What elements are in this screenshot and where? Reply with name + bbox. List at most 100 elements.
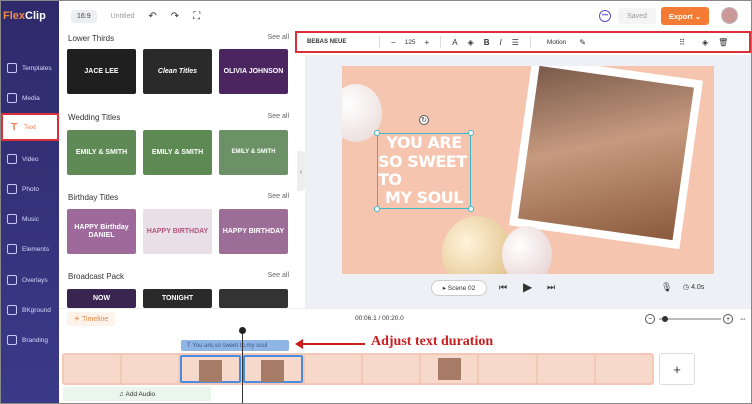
motion-button[interactable]: Motion bbox=[547, 39, 567, 46]
text-color-icon[interactable]: A bbox=[452, 38, 457, 47]
sidebar-item-bkground[interactable]: BKground bbox=[1, 298, 59, 322]
photo-frame[interactable] bbox=[509, 66, 703, 250]
timeline-icon: ☀ bbox=[73, 316, 83, 323]
zoom-in-icon[interactable]: + bbox=[723, 314, 733, 324]
zoom-track[interactable] bbox=[659, 318, 721, 320]
see-all-link[interactable]: See all bbox=[268, 113, 289, 120]
fit-icon[interactable]: ⇔ bbox=[739, 314, 747, 323]
template-thumb[interactable]: EMILY & SMITH bbox=[67, 130, 136, 175]
rotate-icon[interactable]: ↻ bbox=[419, 115, 429, 125]
music-note-icon: ♫ bbox=[118, 390, 126, 398]
section-title-wedding: Wedding Titles bbox=[68, 113, 121, 122]
saved-button[interactable]: Saved bbox=[618, 8, 656, 24]
scene-clip[interactable] bbox=[64, 355, 121, 383]
template-thumb[interactable]: HAPPY Birthday DANIEL bbox=[67, 209, 136, 254]
avatar[interactable] bbox=[721, 7, 738, 24]
play-icon[interactable]: ▶ bbox=[523, 280, 532, 294]
playhead-handle[interactable] bbox=[239, 327, 246, 334]
sidebar-item-templates[interactable]: Templates bbox=[1, 56, 59, 80]
font-select[interactable]: BEBAS NEUE bbox=[307, 39, 373, 45]
fill-color-icon[interactable]: ◈ bbox=[468, 38, 474, 47]
previous-icon[interactable]: ⏮ bbox=[499, 282, 507, 293]
top-right-bar: ••• Saved Export ⌄ bbox=[591, 1, 751, 31]
timeline-button[interactable]: ☀ Timeline bbox=[67, 312, 115, 326]
see-all-link[interactable]: See all bbox=[268, 34, 289, 41]
selected-text-box[interactable]: YOU ARE SO SWEET TO MY SOUL bbox=[377, 133, 471, 209]
microphone-icon[interactable]: 🎙 bbox=[661, 282, 672, 293]
zoom-slider-knob[interactable] bbox=[662, 316, 668, 322]
delete-icon[interactable]: 🗑 bbox=[718, 38, 728, 47]
scene-clip[interactable] bbox=[421, 355, 478, 383]
resize-handle[interactable] bbox=[374, 206, 380, 212]
sidebar-item-overlays[interactable]: Overlays bbox=[1, 268, 59, 292]
font-size-field[interactable]: 125 bbox=[405, 39, 416, 46]
template-thumb[interactable]: HAPPY BIRTHDAY bbox=[143, 209, 212, 254]
scene-clip-selected[interactable] bbox=[242, 355, 303, 383]
zoom-out-icon[interactable]: − bbox=[645, 314, 655, 324]
aspect-ratio-button[interactable]: 16:9 bbox=[71, 9, 97, 23]
sidebar-item-music[interactable]: Music bbox=[1, 207, 59, 231]
resize-handle[interactable] bbox=[468, 206, 474, 212]
section-title-broadcast: Broadcast Pack bbox=[68, 272, 125, 281]
template-thumb[interactable]: JACE LEE bbox=[67, 49, 136, 94]
template-thumb[interactable] bbox=[219, 289, 288, 308]
text-icon: T bbox=[10, 121, 18, 133]
sidebar-item-video[interactable]: Video bbox=[1, 147, 59, 171]
add-scene-button[interactable]: + bbox=[659, 353, 695, 385]
sidebar-item-elements[interactable]: Elements bbox=[1, 237, 59, 261]
bold-icon[interactable]: B bbox=[484, 38, 490, 47]
export-button[interactable]: Export ⌄ bbox=[661, 7, 709, 25]
scene-selector[interactable]: ▸ Scene 02 bbox=[431, 280, 487, 296]
undo-icon[interactable]: ↶ bbox=[148, 11, 156, 22]
scene-clip[interactable] bbox=[595, 355, 653, 383]
text-clip[interactable]: T You are,so sweet to,my soul bbox=[181, 340, 289, 351]
text-toolbar: BEBAS NEUE − 125 + A ◈ B I ☰ Motion ✎ ⠿ … bbox=[295, 31, 751, 53]
templates-icon bbox=[7, 63, 17, 73]
edit-pen-icon[interactable]: ✎ bbox=[579, 38, 586, 47]
see-all-link[interactable]: See all bbox=[268, 193, 289, 200]
collapse-panel-button[interactable]: ‹ bbox=[297, 151, 305, 191]
template-thumb[interactable]: EMILY & SMITH bbox=[219, 130, 288, 175]
spacing-icon[interactable]: ☰ bbox=[512, 38, 519, 47]
media-icon bbox=[7, 93, 17, 103]
sidebar-item-media[interactable]: Media bbox=[1, 86, 59, 110]
annotation-text: Adjust text duration bbox=[371, 334, 494, 349]
template-thumb[interactable]: HAPPY BIRTHDAY bbox=[219, 209, 288, 254]
scene-clip-selected[interactable] bbox=[180, 355, 241, 383]
canvas-text-line: MY SOUL bbox=[385, 188, 463, 208]
resize-handle[interactable] bbox=[374, 130, 380, 136]
section-title-lower-thirds: Lower Thirds bbox=[68, 34, 115, 43]
decrease-size-icon[interactable]: − bbox=[391, 38, 396, 47]
elements-icon bbox=[7, 244, 17, 254]
scene-duration[interactable]: ◷ 4.0s bbox=[683, 283, 704, 291]
overlays-icon bbox=[7, 275, 17, 285]
add-audio-button[interactable]: ♫ Add Audio bbox=[63, 387, 211, 401]
sidebar-item-branding[interactable]: Branding bbox=[1, 328, 59, 352]
project-name[interactable]: Untitled bbox=[111, 13, 135, 20]
template-thumb[interactable]: NOW bbox=[67, 289, 136, 308]
template-thumb[interactable]: OLIVIA JOHNSON bbox=[219, 49, 288, 94]
scene-clip[interactable] bbox=[304, 355, 362, 383]
redo-icon[interactable]: ↷ bbox=[171, 11, 179, 22]
sidebar-item-label: Templates bbox=[22, 64, 52, 72]
chat-icon[interactable]: ••• bbox=[599, 10, 611, 22]
scene-thumbnail bbox=[199, 360, 222, 382]
template-thumb[interactable]: TONIGHT bbox=[143, 289, 212, 308]
resize-handle[interactable] bbox=[468, 130, 474, 136]
transparency-icon[interactable]: ⠿ bbox=[679, 38, 685, 47]
fullscreen-icon[interactable]: ⛶ bbox=[193, 11, 200, 22]
sidebar-item-photo[interactable]: Photo bbox=[1, 177, 59, 201]
playhead-line[interactable] bbox=[242, 328, 243, 403]
next-icon[interactable]: ⏭ bbox=[547, 282, 555, 293]
scene-clip[interactable] bbox=[122, 355, 179, 383]
sidebar-item-text[interactable]: T Text bbox=[1, 113, 59, 141]
scene-clip[interactable] bbox=[479, 355, 536, 383]
see-all-link[interactable]: See all bbox=[268, 272, 289, 279]
italic-icon[interactable]: I bbox=[499, 38, 501, 47]
scene-clip[interactable] bbox=[363, 355, 420, 383]
template-thumb[interactable]: Clean Titles bbox=[143, 49, 212, 94]
scene-clip[interactable] bbox=[537, 355, 594, 383]
template-thumb[interactable]: EMILY & SMITH bbox=[143, 130, 212, 175]
layers-icon[interactable]: ◈ bbox=[702, 38, 708, 47]
increase-size-icon[interactable]: + bbox=[425, 38, 430, 47]
